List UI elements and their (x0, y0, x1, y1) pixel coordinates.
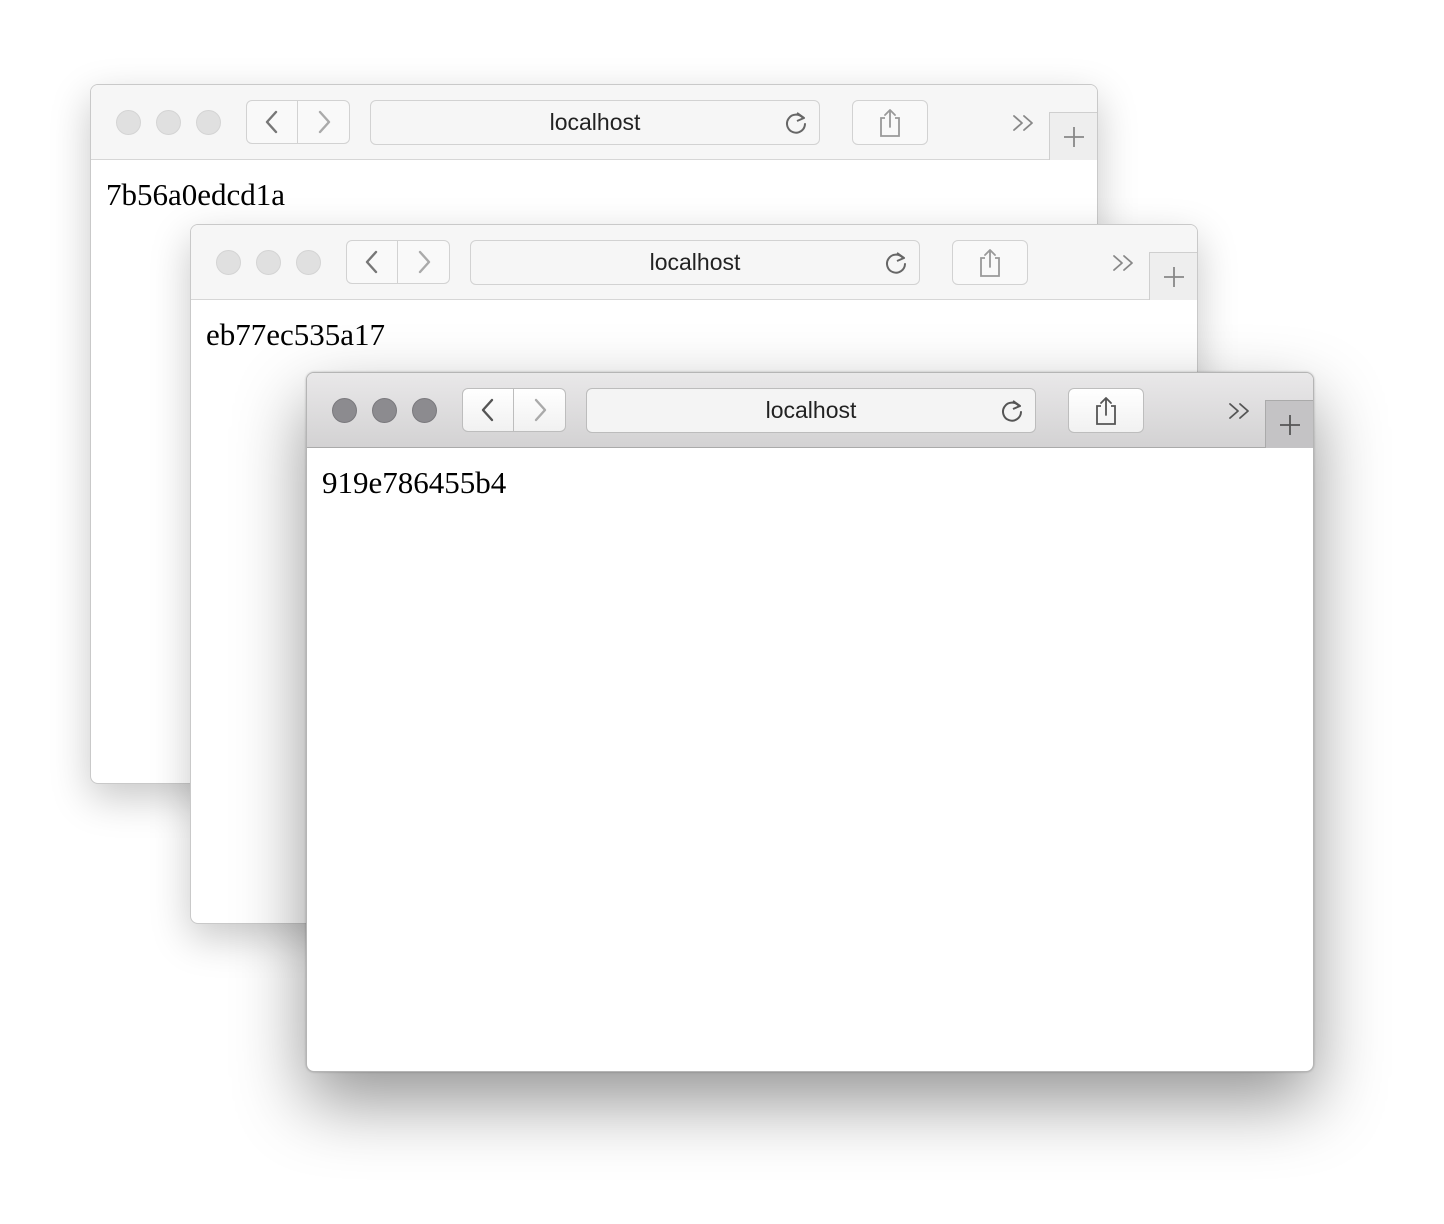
minimize-button[interactable] (256, 250, 281, 275)
nav-buttons (246, 100, 350, 144)
zoom-button[interactable] (412, 398, 437, 423)
reload-icon (886, 252, 906, 274)
forward-button[interactable] (398, 240, 450, 284)
nav-buttons (346, 240, 450, 284)
back-button[interactable] (462, 388, 514, 432)
share-button[interactable] (852, 100, 928, 145)
overflow-button[interactable] (1225, 398, 1255, 424)
desktop: localhost 7b56a0edcd1a localhost eb77ec5… (0, 0, 1444, 1224)
back-button[interactable] (246, 100, 298, 144)
back-button[interactable] (346, 240, 398, 284)
reload-icon (786, 112, 806, 134)
reload-icon (1002, 400, 1022, 422)
plus-icon (1063, 126, 1084, 147)
share-button[interactable] (952, 240, 1028, 285)
address-text: localhost (549, 109, 641, 135)
reload-button[interactable] (999, 398, 1025, 424)
page-content: 919e786455b4 (322, 465, 507, 500)
overflow-button[interactable] (1009, 110, 1039, 136)
nav-buttons (462, 388, 566, 432)
toolbar: localhost (191, 225, 1197, 300)
browser-window-3[interactable]: localhost 919e786455b4 (306, 372, 1314, 1072)
share-icon (880, 108, 900, 137)
chevron-left-icon (265, 110, 278, 134)
double-chevron-right-icon (1113, 255, 1133, 271)
new-tab-button[interactable] (1049, 112, 1097, 160)
plus-icon (1279, 414, 1300, 435)
share-button[interactable] (1068, 388, 1144, 433)
toolbar: localhost (307, 373, 1313, 448)
plus-icon (1163, 266, 1184, 287)
zoom-button[interactable] (196, 110, 221, 135)
chevron-right-icon (418, 250, 430, 274)
double-chevron-right-icon (1229, 403, 1249, 419)
address-text: localhost (649, 249, 741, 275)
close-button[interactable] (332, 398, 357, 423)
chevron-left-icon (481, 398, 494, 422)
close-button[interactable] (116, 110, 141, 135)
zoom-button[interactable] (296, 250, 321, 275)
double-chevron-right-icon (1013, 115, 1033, 131)
overflow-button[interactable] (1109, 250, 1139, 276)
page-content: 7b56a0edcd1a (106, 177, 286, 212)
new-tab-button[interactable] (1265, 400, 1313, 448)
close-button[interactable] (216, 250, 241, 275)
address-bar[interactable]: localhost (370, 100, 820, 145)
page-content: eb77ec535a17 (206, 317, 386, 352)
share-icon (1096, 396, 1116, 425)
chevron-right-icon (318, 110, 330, 134)
chevron-right-icon (534, 398, 546, 422)
address-text: localhost (765, 397, 857, 423)
toolbar: localhost (91, 85, 1097, 160)
reload-button[interactable] (783, 110, 809, 136)
traffic-lights (216, 250, 321, 275)
minimize-button[interactable] (156, 110, 181, 135)
traffic-lights (116, 110, 221, 135)
forward-button[interactable] (298, 100, 350, 144)
forward-button[interactable] (514, 388, 566, 432)
share-icon (980, 248, 1000, 277)
address-bar[interactable]: localhost (586, 388, 1036, 433)
address-bar[interactable]: localhost (470, 240, 920, 285)
traffic-lights (332, 398, 437, 423)
minimize-button[interactable] (372, 398, 397, 423)
chevron-left-icon (365, 250, 378, 274)
new-tab-button[interactable] (1149, 252, 1197, 300)
reload-button[interactable] (883, 250, 909, 276)
